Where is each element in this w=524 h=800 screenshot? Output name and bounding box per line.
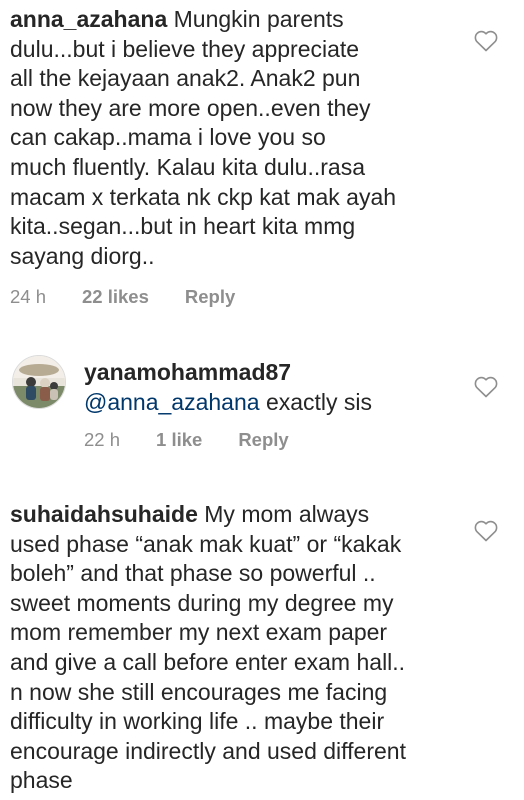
comment-line: much fluently. Kalau kita dulu..rasa — [10, 153, 365, 180]
comment-username[interactable]: suhaidahsuhaide — [10, 501, 198, 527]
comment-line: boleh” and that phase so powerful .. — [10, 560, 376, 587]
comment-line: now they are more open..even they — [10, 94, 371, 121]
comment-meta: 22 h 1 like Reply — [84, 429, 289, 451]
comment-line: phase — [10, 767, 73, 794]
comment-username[interactable]: anna_azahana — [10, 6, 167, 32]
comment-time: 22 h — [84, 429, 121, 450]
comment-line: can cakap..mama i love you so — [10, 124, 326, 151]
comment-line: My mom always — [204, 501, 370, 527]
heart-outline-icon[interactable] — [474, 30, 498, 52]
comment-line: sweet moments during my degree my — [10, 589, 394, 616]
likes-count[interactable]: 1 like — [156, 429, 202, 451]
reply-button[interactable]: Reply — [185, 286, 235, 308]
comment-time: 24 h — [10, 286, 47, 307]
comment-line: encourage indirectly and used different — [10, 737, 406, 764]
comment-line: macam x terkata nk ckp kat mak ayah — [10, 183, 397, 210]
avatar[interactable] — [12, 355, 66, 409]
mention-link[interactable]: @anna_azahana — [84, 389, 260, 415]
comment-line: and give a call before enter exam hall.. — [10, 648, 406, 675]
likes-count[interactable]: 22 likes — [82, 286, 149, 308]
comment-line: Mungkin parents — [173, 6, 344, 32]
heart-outline-icon[interactable] — [474, 520, 498, 542]
comment-line: exactly sis — [265, 388, 373, 415]
comment-line: n now she still encourages me facing — [10, 678, 388, 705]
comment-line: all the kejayaan anak2. Anak2 pun — [10, 65, 361, 92]
comment-meta: 24 h 22 likes Reply — [10, 286, 235, 308]
comment-line: mom remember my next exam paper — [10, 619, 388, 646]
user-avatar — [13, 356, 65, 408]
reply-button[interactable]: Reply — [238, 429, 288, 451]
comment-line: kita..segan...but in heart kita mmg — [10, 213, 356, 240]
comment-username[interactable]: yanamohammad87 — [84, 359, 291, 385]
heart-outline-icon[interactable] — [474, 376, 498, 398]
comment-body: suhaidahsuhaide My mom always used phase… — [10, 500, 480, 796]
comment-line: difficulty in working life .. maybe thei… — [10, 708, 385, 735]
comment-line: used phase “anak mak kuat” or “kakak — [10, 530, 402, 557]
comment-body: yanamohammad87 @anna_azahana exactly sis — [84, 358, 474, 417]
comment-line: sayang diorg.. — [10, 242, 155, 269]
comment-body: anna_azahana Mungkin parents dulu...but … — [10, 5, 480, 271]
comment-line: dulu...but i believe they appreciate — [10, 35, 360, 62]
